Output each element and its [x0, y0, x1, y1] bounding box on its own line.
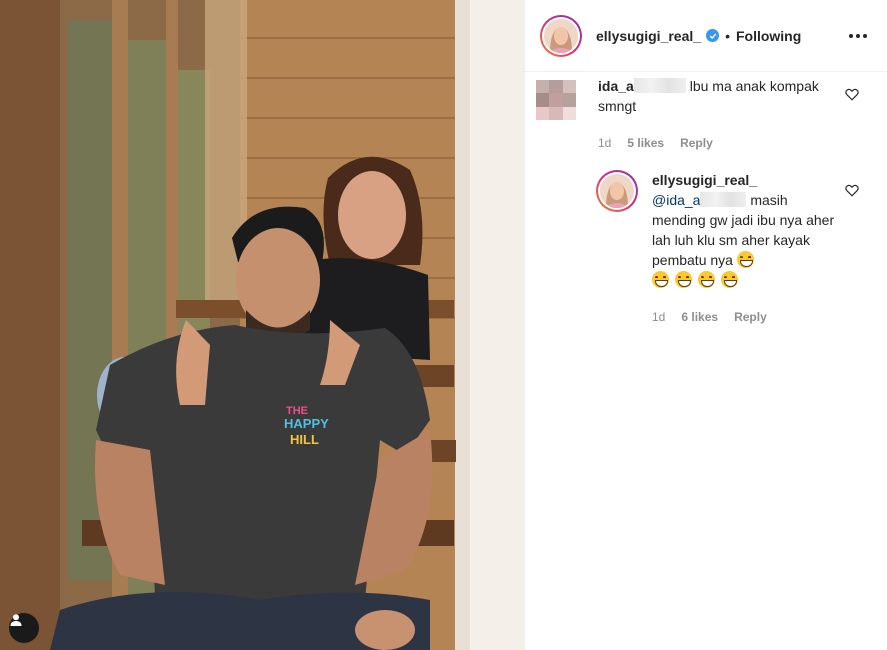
comment-reply-button[interactable]: Reply: [680, 136, 713, 150]
shirt-print-line3: HILL: [290, 432, 319, 447]
author-avatar[interactable]: [540, 14, 582, 57]
following-button[interactable]: Following: [736, 28, 801, 44]
redaction-blur: [633, 78, 686, 93]
shirt-print-line2: HAPPY: [284, 416, 329, 431]
reply-likes[interactable]: 6 likes: [681, 310, 718, 324]
author-avatar-image: [544, 18, 578, 53]
reply-item: ellysugigi_real_ @ida_a masih mending gw…: [596, 170, 871, 324]
comment-username[interactable]: ida_a: [598, 78, 634, 94]
header-separator: •: [725, 27, 730, 44]
reply-meta: 1d 6 likes Reply: [652, 310, 845, 324]
reply-mention[interactable]: @ida_a: [652, 192, 700, 208]
verified-badge-icon: [706, 29, 720, 42]
more-options-icon[interactable]: [845, 30, 871, 42]
reply-text-block: ellysugigi_real_ @ida_a masih mending gw…: [652, 170, 845, 290]
redaction-blur: [700, 192, 747, 207]
comment-likes[interactable]: 5 likes: [627, 136, 664, 150]
user-tag-button[interactable]: [9, 613, 39, 643]
comment-meta: 1d 5 likes Reply: [598, 136, 845, 150]
comment-text-block: ida_a lbu ma anak kompak smngt: [598, 76, 845, 116]
comment-item: ida_a lbu ma anak kompak smngt 1d 5 like…: [536, 76, 871, 150]
reply-time[interactable]: 1d: [652, 310, 665, 324]
heart-outline-icon[interactable]: [845, 184, 859, 197]
post-photo[interactable]: THE HAPPY HILL: [0, 0, 524, 650]
photo-scene: THE HAPPY HILL: [0, 0, 524, 650]
heart-outline-icon[interactable]: [845, 88, 859, 101]
reply-username[interactable]: ellysugigi_real_: [652, 172, 757, 188]
author-username[interactable]: ellysugigi_real_: [596, 28, 701, 44]
user-tag-icon: [10, 614, 22, 626]
reply-reply-button[interactable]: Reply: [734, 310, 767, 324]
commenter-avatar-blurred[interactable]: [536, 80, 576, 120]
post-header: ellysugigi_real_ • Following: [525, 0, 887, 72]
comments-list: ida_a lbu ma anak kompak smngt 1d 5 like…: [525, 72, 887, 324]
reply-author-avatar-image: [600, 174, 634, 208]
laughing-emoji-icon: [697, 271, 715, 288]
reply-author-avatar[interactable]: [596, 170, 638, 212]
laughing-emoji-icon: [736, 251, 754, 268]
laughing-emoji-icon: [674, 271, 692, 288]
laughing-emoji-icon: [652, 271, 669, 288]
laughing-emoji-icon: [720, 271, 738, 288]
comment-time[interactable]: 1d: [598, 136, 611, 150]
post-sidebar: ellysugigi_real_ • Following ida_a lbu m…: [524, 0, 887, 650]
